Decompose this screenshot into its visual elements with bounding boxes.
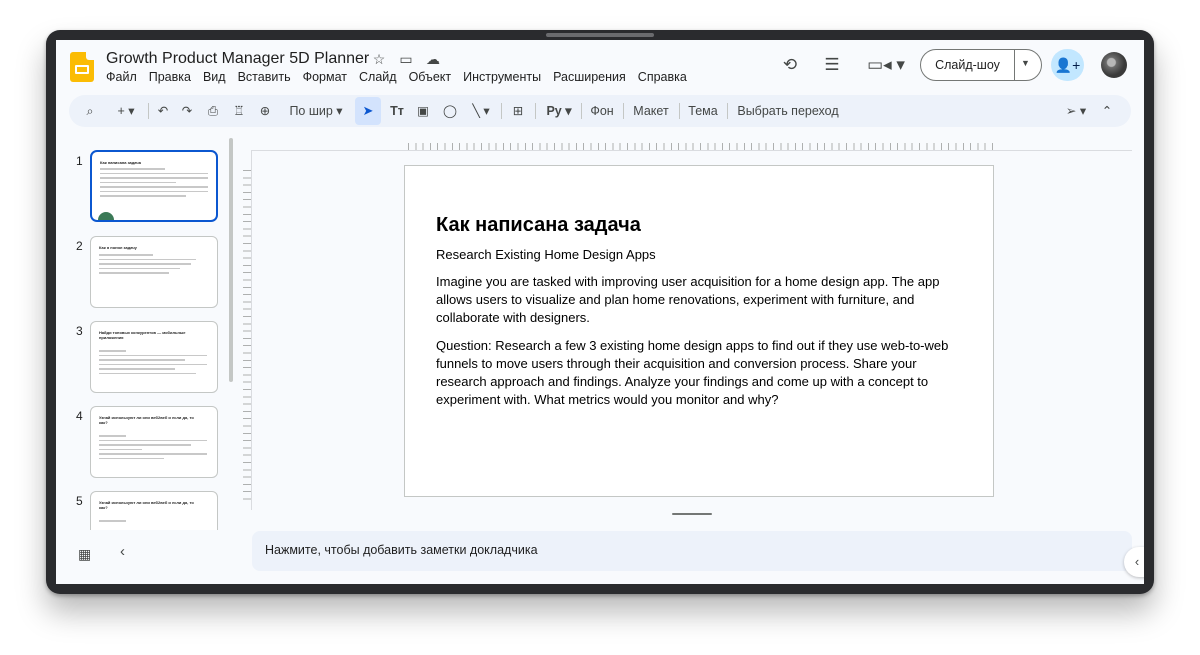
thumbnail-text <box>99 254 207 277</box>
slide-thumbnail[interactable]: Узнай используют ли они веб2веб и если д… <box>90 406 218 478</box>
zoom-label: По шир <box>289 104 333 118</box>
search-menus-icon[interactable]: ⌕ <box>79 95 101 127</box>
input-tools-icon[interactable]: Pу ▾ <box>541 95 577 127</box>
slide-subtitle[interactable]: Research Existing Home Design Apps <box>436 247 656 262</box>
comments-icon[interactable]: ☰ <box>819 52 845 78</box>
thumbnail-title: Как написана задача <box>100 160 141 165</box>
grid-view-icon[interactable]: ▦ <box>78 546 91 563</box>
meet-icon[interactable]: ▭◂ ▾ <box>866 52 906 78</box>
speaker-notes-placeholder: Нажмите, чтобы добавить заметки докладчи… <box>265 543 538 557</box>
select-tool-icon[interactable]: ➤ <box>355 97 381 125</box>
slideshow-button[interactable]: Слайд-шоу ▼ <box>920 49 1042 81</box>
menu-tools[interactable]: Инструменты <box>457 70 547 84</box>
slide-title[interactable]: Как написана задача <box>436 214 641 237</box>
new-slide-icon[interactable]: + ▾ <box>111 95 141 127</box>
zoom-select[interactable]: По шир ▾ <box>281 95 351 127</box>
title-actions: ☆ ▭ ☁ <box>370 51 442 68</box>
slide-thumbnail[interactable]: Как я понял задачу <box>90 236 218 308</box>
thumbnail-text <box>99 435 207 462</box>
slides-window: Growth Product Manager 5D Planner ☆ ▭ ☁ … <box>56 40 1144 584</box>
device-notch <box>546 33 654 37</box>
speaker-notes[interactable]: Нажмите, чтобы добавить заметки докладчи… <box>252 531 1132 571</box>
toolbar: ⌕ + ▾ ↶ ↷ ⎙ ♖ ⊕ По шир ▾ ➤ Tт ▣ ◯ ╲ ▾ ⊞ … <box>69 95 1131 127</box>
ruler-baseline <box>251 150 252 510</box>
collapse-filmstrip-icon[interactable]: ‹ <box>120 543 125 560</box>
toolbar-divider <box>581 103 582 119</box>
slide-thumbnail[interactable]: Найди топовых конкурентов — мобильные пр… <box>90 321 218 393</box>
thumbnail-title: Узнай используют ли они веб2веб и если д… <box>99 415 194 425</box>
slide-paragraph[interactable]: Imagine you are tasked with improving us… <box>436 273 966 327</box>
insert-comment-icon[interactable]: ⊞ <box>507 95 529 127</box>
toolbar-divider <box>679 103 680 119</box>
slides-logo-icon[interactable] <box>70 52 94 82</box>
text-box-icon[interactable]: Tт <box>387 95 407 127</box>
theme-button[interactable]: Тема <box>685 95 721 127</box>
menu-help[interactable]: Справка <box>632 70 693 84</box>
cloud-status-icon[interactable]: ☁ <box>424 51 442 68</box>
avatar[interactable] <box>1101 52 1127 78</box>
slideshow-label: Слайд-шоу <box>935 58 1000 72</box>
slide-number: 1 <box>76 154 83 168</box>
menu-file[interactable]: Файл <box>100 70 143 84</box>
menu-view[interactable]: Вид <box>197 70 232 84</box>
slide-number: 5 <box>76 494 83 508</box>
redo-icon[interactable]: ↷ <box>177 95 197 127</box>
collapse-toolbar-icon[interactable]: ⌃ <box>1097 95 1117 127</box>
toolbar-divider <box>501 103 502 119</box>
thumbnail-title: Найди топовых конкурентов — мобильные пр… <box>99 330 186 340</box>
slide-number: 3 <box>76 324 83 338</box>
notes-resize-handle[interactable] <box>672 513 712 515</box>
slide-paragraph[interactable]: Question: Research a few 3 existing home… <box>436 337 966 409</box>
background-button[interactable]: Фон <box>587 95 617 127</box>
print-icon[interactable]: ⎙ <box>203 95 223 127</box>
slideshow-dropdown-icon[interactable]: ▼ <box>1021 58 1030 68</box>
share-button[interactable]: 👤+ <box>1051 49 1084 81</box>
thumbnail-text <box>100 168 208 200</box>
thumbnail-title: Как я понял задачу <box>99 245 137 250</box>
toolbar-divider <box>535 103 536 119</box>
toolbar-divider <box>727 103 728 119</box>
filmstrip: 1 Как написана задача 2 Как я понял зада… <box>56 140 246 530</box>
slide-thumbnail[interactable]: Как написана задача <box>90 150 218 222</box>
ruler-baseline <box>252 150 1132 151</box>
line-icon[interactable]: ╲ ▾ <box>467 95 495 127</box>
image-icon[interactable]: ▣ <box>413 95 433 127</box>
layout-button[interactable]: Макет <box>629 95 673 127</box>
menu-format[interactable]: Формат <box>297 70 353 84</box>
slide-number: 4 <box>76 409 83 423</box>
menu-extensions[interactable]: Расширения <box>547 70 632 84</box>
side-panel-toggle-icon[interactable]: ‹ <box>1124 547 1144 577</box>
thumbnail-avatar <box>98 212 114 220</box>
menu-bar: Файл Правка Вид Вставить Формат Слайд Об… <box>100 70 693 84</box>
undo-icon[interactable]: ↶ <box>153 95 173 127</box>
menu-object[interactable]: Объект <box>403 70 458 84</box>
thumbnail-title: Узнай используют ли они веб2веб и если д… <box>99 500 194 510</box>
pen-mode-icon[interactable]: ➢ ▾ <box>1059 95 1093 127</box>
version-history-icon[interactable]: ⟲ <box>777 52 803 78</box>
vertical-ruler <box>243 170 251 500</box>
slideshow-divider <box>1014 50 1015 80</box>
star-icon[interactable]: ☆ <box>370 51 388 68</box>
thumbnail-text <box>99 520 207 525</box>
shape-icon[interactable]: ◯ <box>439 95 461 127</box>
slide-number: 2 <box>76 239 83 253</box>
slide-thumbnail[interactable]: Узнай используют ли они веб2веб и если д… <box>90 491 218 530</box>
filmstrip-scrollbar[interactable] <box>229 138 233 382</box>
menu-insert[interactable]: Вставить <box>232 70 297 84</box>
document-title[interactable]: Growth Product Manager 5D Planner <box>106 50 369 68</box>
menu-slide[interactable]: Слайд <box>353 70 403 84</box>
add-person-icon: 👤+ <box>1054 57 1081 73</box>
slide-canvas[interactable]: Как написана задача Research Existing Ho… <box>404 165 994 497</box>
zoom-icon[interactable]: ⊕ <box>255 95 275 127</box>
toolbar-divider <box>148 103 149 119</box>
thumbnail-text <box>99 350 207 377</box>
toolbar-divider <box>623 103 624 119</box>
transition-button[interactable]: Выбрать переход <box>733 95 843 127</box>
paint-format-icon[interactable]: ♖ <box>229 95 249 127</box>
menu-edit[interactable]: Правка <box>143 70 197 84</box>
move-folder-icon[interactable]: ▭ <box>397 51 415 68</box>
